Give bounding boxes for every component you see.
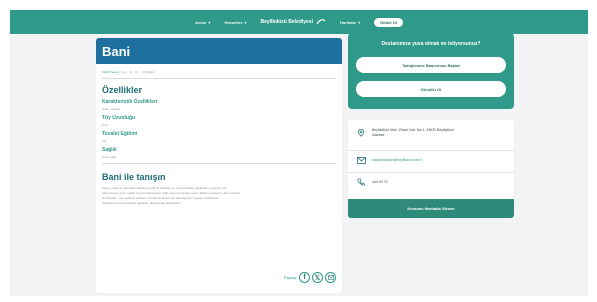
share-bar: Paylaş f 𝕏 — [284, 272, 336, 283]
email-row: hayvanhaklari@beylikduzu.bel.tr — [356, 155, 422, 165]
divider — [348, 172, 514, 173]
envelope-icon — [327, 275, 334, 280]
feature-value: Uzun yaşlı — [102, 155, 117, 159]
breadcrumb-item[interactable]: Irk — [129, 70, 132, 74]
address-line: Beylikdüzü Mah. Ziraat Cad. No:1, 34520 … — [372, 128, 454, 132]
nav-item-anilar[interactable]: Anılar ▾ — [195, 20, 210, 25]
mail-icon[interactable] — [325, 272, 336, 283]
phone-number[interactable]: 444 00 70 — [372, 180, 388, 185]
intro-paragraph: Sevgi, neşeli ve hareketli, küçük boyutl… — [96, 182, 342, 206]
feature-item: Tüy Uzunluğu Kısa — [96, 111, 342, 127]
phone-icon — [356, 177, 366, 187]
intro-line: Sahiplenmek için iletişime geçebilir, de… — [102, 201, 182, 205]
swoosh-icon — [316, 19, 326, 25]
feature-item: Karakteristik Özellikleri Güler, sevimli — [96, 95, 342, 111]
nobet-pill-button[interactable]: Nöbet Ol — [374, 17, 403, 27]
divider — [348, 150, 514, 151]
address-line: İstanbul — [372, 133, 385, 137]
intro-heading: Bani ile tanışın — [102, 172, 166, 182]
start-adoption-button[interactable]: Sahiplenme Başvurusu Başlat — [356, 57, 506, 73]
nav-item-hizmetler[interactable]: Hizmetler ▾ — [224, 20, 246, 25]
breadcrumb-item[interactable]: Irk — [135, 70, 138, 74]
feature-title: Tuvalet Eğitimi — [102, 131, 138, 137]
breadcrumb: Kültür Sanat · Köy · Irk · Irk · 1.5 Baş… — [102, 70, 155, 74]
nav-item-label: Anılar — [195, 19, 207, 25]
breadcrumb-item[interactable]: Köy — [121, 70, 126, 74]
feature-title: Sağlık — [102, 147, 117, 153]
phone-row: 444 00 70 — [356, 177, 388, 187]
title-banner: Bani — [96, 38, 342, 64]
brand-logo[interactable]: Beylikdüzü Belediyesi — [260, 18, 326, 26]
nav-item-haritalar[interactable]: Haritalar ▾ — [340, 20, 360, 25]
facebook-icon[interactable]: f — [299, 272, 310, 283]
nav-item-label: Hizmetler — [224, 19, 243, 25]
feature-title: Tüy Uzunluğu — [102, 115, 136, 121]
features-heading: Özellikler — [102, 85, 143, 95]
feature-title: Karakteristik Özellikleri — [102, 99, 158, 105]
chevron-down-icon: ▾ — [208, 19, 211, 25]
chevron-down-icon: ▾ — [358, 19, 361, 25]
contact-card: Beylikdüzü Mah. Ziraat Cad. No:1, 34520 … — [348, 120, 514, 218]
breadcrumb-item: 1.5 Başlık — [141, 70, 155, 74]
page-title: Bani — [102, 43, 131, 59]
address-row: Beylikdüzü Mah. Ziraat Cad. No:1, 34520 … — [356, 128, 454, 138]
feature-item: Tuvalet Eğitimi Var — [96, 127, 342, 143]
top-nav: Anılar ▾ Hizmetler ▾ Beylikdüzü Belediyesi… — [10, 10, 588, 34]
brand-name: Beylikdüzü Belediyesi — [260, 19, 313, 25]
address-text: Beylikdüzü Mah. Ziraat Cad. No:1, 34520 … — [372, 128, 454, 138]
nav-item-label: Haritalar — [340, 19, 357, 25]
chevron-down-icon: ▾ — [244, 19, 247, 25]
share-label: Paylaş — [283, 275, 296, 280]
feature-item: Sağlık Uzun yaşlı — [96, 143, 342, 159]
x-twitter-icon[interactable]: 𝕏 — [312, 272, 323, 283]
volunteer-button[interactable]: Gönüllü Ol — [356, 81, 506, 97]
profile-card: Bani Kültür Sanat · Köy · Irk · Irk · 1.… — [96, 38, 342, 293]
breadcrumb-item[interactable]: Kültür Sanat — [102, 70, 119, 74]
email-icon — [356, 155, 366, 165]
location-pin-icon — [356, 128, 366, 138]
show-on-map-button[interactable]: Konumu Haritada Göster — [348, 199, 514, 218]
adoption-cta-card: Destanımıza yuva olmak mı istiyorsunuz? … — [348, 33, 514, 109]
cta-question: Destanımıza yuva olmak mı istiyorsunuz? — [381, 41, 481, 47]
email-link[interactable]: hayvanhaklari@beylikduzu.bel.tr — [372, 158, 422, 163]
top-navbar: Anılar ▾ Hizmetler ▾ Beylikdüzü Belediyesi… — [10, 10, 588, 34]
